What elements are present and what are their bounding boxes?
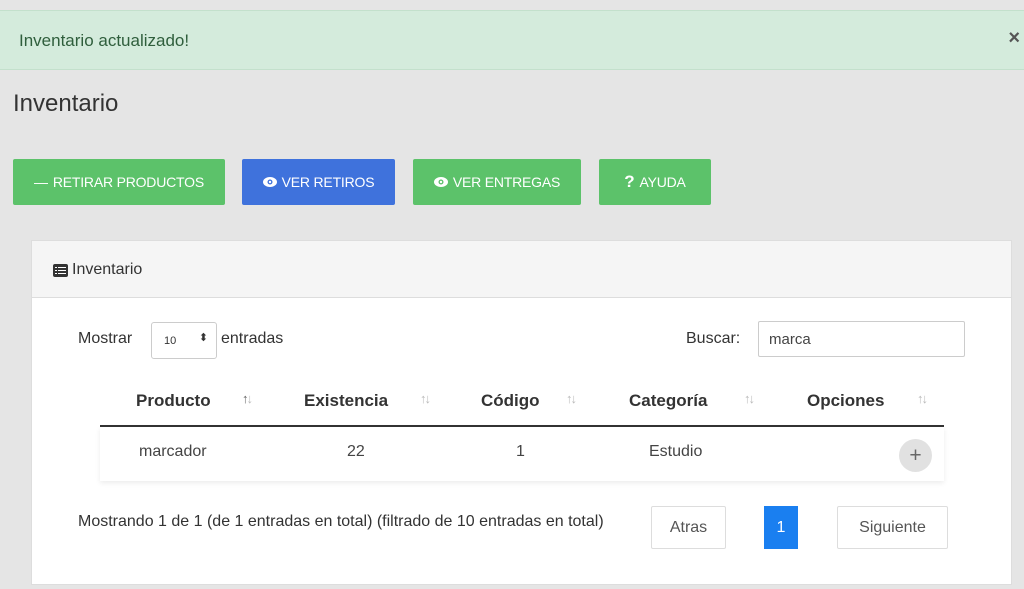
close-icon[interactable]: × [1008, 28, 1020, 48]
eye-icon [262, 177, 277, 187]
plus-icon[interactable]: + [899, 439, 932, 472]
list-icon [53, 263, 68, 277]
sort-icon[interactable]: ↑↓ [917, 391, 928, 406]
sort-icon[interactable]: ↑↓ [420, 391, 431, 406]
minus-icon: — [34, 174, 48, 190]
ver-retiros-button[interactable]: VER RETIROS [242, 159, 395, 205]
search-input[interactable] [758, 321, 965, 357]
cell-existencia: 22 [347, 443, 365, 460]
ayuda-label: AYUDA [639, 174, 686, 190]
ver-entregas-label: VER ENTREGAS [452, 174, 561, 190]
sort-icon[interactable]: ↑↓ [242, 391, 253, 406]
show-label: Mostrar [78, 330, 133, 347]
cell-codigo: 1 [516, 443, 525, 460]
sort-icon[interactable]: ↑↓ [566, 391, 577, 406]
table-info: Mostrando 1 de 1 (de 1 entradas en total… [78, 513, 604, 530]
panel-title: Inventario [53, 261, 142, 279]
success-alert: Inventario actualizado! × [0, 10, 1024, 70]
column-header-existencia[interactable]: Existencia [304, 391, 388, 411]
panel-header: Inventario [32, 241, 1011, 298]
sort-icon[interactable]: ↑↓ [744, 391, 755, 406]
page-1-button[interactable]: 1 [764, 506, 798, 549]
alert-message: Inventario actualizado! [19, 31, 190, 50]
page-title: Inventario [13, 90, 119, 117]
panel-title-text: Inventario [72, 261, 143, 278]
column-header-producto[interactable]: Producto [136, 391, 211, 411]
entries-label: entradas [221, 330, 284, 347]
question-icon: ? [624, 172, 635, 191]
retirar-productos-label: RETIRAR PRODUCTOS [52, 174, 204, 190]
cell-producto: marcador [139, 443, 207, 460]
inventory-panel: Inventario Mostrar 10 ⬍ entradas Buscar:… [31, 240, 1012, 585]
prev-page-button[interactable]: Atras [651, 506, 726, 549]
select-caret-icon: ⬍ [198, 332, 208, 344]
page-size-value: 10 [164, 334, 177, 347]
search-label: Buscar: [686, 330, 741, 347]
ver-retiros-label: VER RETIROS [281, 174, 375, 190]
next-page-button[interactable]: Siguiente [837, 506, 948, 549]
ver-entregas-button[interactable]: VER ENTREGAS [413, 159, 581, 205]
retirar-productos-button[interactable]: — RETIRAR PRODUCTOS [13, 159, 225, 205]
column-header-opciones[interactable]: Opciones [807, 391, 884, 411]
cell-categoria: Estudio [649, 443, 703, 460]
column-header-codigo[interactable]: Código [481, 391, 540, 411]
eye-icon [433, 177, 448, 187]
page-size-select[interactable]: 10 ⬍ [151, 322, 217, 359]
ayuda-button[interactable]: ? AYUDA [599, 159, 711, 205]
column-header-categoria[interactable]: Categoría [629, 391, 707, 411]
